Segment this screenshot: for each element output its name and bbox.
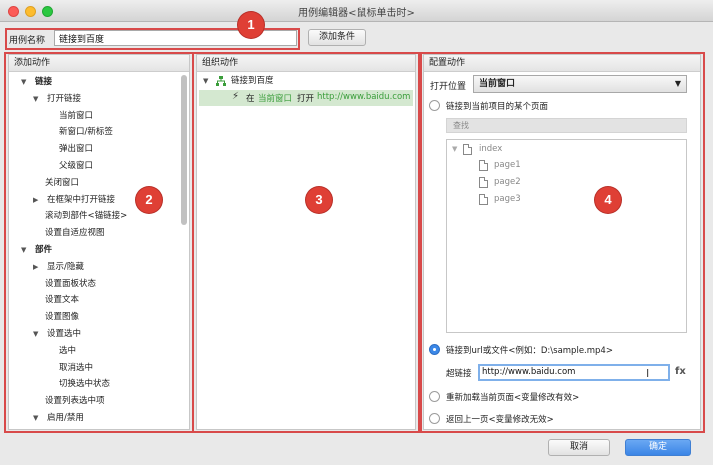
page-icon: [479, 160, 488, 171]
text-cursor-icon: I: [646, 367, 650, 380]
page-icon: [479, 194, 488, 205]
back-label: 返回上一页<变量修改无效>: [446, 415, 554, 425]
open-in-value: 当前窗口: [479, 79, 516, 89]
open-in-label: 打开位置: [430, 82, 467, 92]
page-tree: ▼ index page1 page2 page3: [446, 139, 687, 333]
add-condition-button[interactable]: 添加条件: [308, 29, 366, 46]
highlight-frame-2: [4, 52, 194, 433]
hyperlink-label: 超链接: [446, 369, 472, 379]
page-icon: [479, 177, 488, 188]
highlight-frame-3: [192, 52, 420, 433]
fx-button[interactable]: fx: [675, 366, 686, 377]
page-item[interactable]: page3: [494, 194, 521, 204]
dropdown-arrow-icon: ▼: [674, 79, 681, 88]
open-in-select[interactable]: 当前窗口 ▼: [473, 75, 687, 93]
title-bar: 用例编辑器<鼠标单击时>: [0, 0, 713, 22]
badge-3: 3: [306, 187, 332, 213]
link-url-label: 链接到url或文件<例如：D:\sample.mp4>: [446, 346, 613, 356]
badge-2: 2: [136, 187, 162, 213]
reload-label: 重新加载当前页面<变量修改有效>: [446, 393, 580, 403]
page-item[interactable]: page2: [494, 177, 521, 187]
badge-1: 1: [238, 12, 264, 38]
ok-button[interactable]: 确定: [625, 439, 691, 456]
cancel-button[interactable]: 取消: [548, 439, 610, 456]
hyperlink-input[interactable]: http://www.baidu.com: [478, 364, 670, 381]
page-search-input[interactable]: 查找: [446, 118, 687, 133]
link-url-radio[interactable]: [429, 344, 440, 355]
back-radio[interactable]: [429, 413, 440, 424]
link-page-radio[interactable]: [429, 100, 440, 111]
badge-4: 4: [595, 187, 621, 213]
link-page-label: 链接到当前项目的某个页面: [446, 102, 549, 112]
expand-caret-icon: ▼: [452, 145, 458, 153]
page-item[interactable]: page1: [494, 160, 521, 170]
page-root[interactable]: index: [479, 144, 502, 154]
page-icon: [463, 144, 472, 155]
reload-radio[interactable]: [429, 391, 440, 402]
window-title: 用例编辑器<鼠标单击时>: [298, 8, 415, 19]
